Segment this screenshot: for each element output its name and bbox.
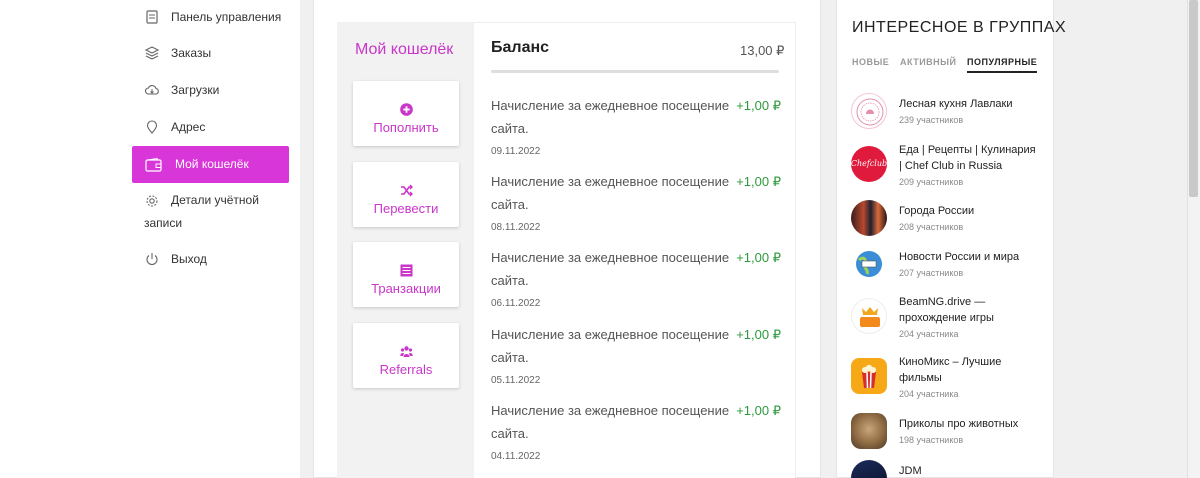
tab-new[interactable]: НОВЫЕ (852, 57, 889, 67)
transaction-description: Начисление за ежедневное посещение сайта… (491, 98, 730, 136)
group-members-count: 204 участника (899, 329, 959, 339)
transaction-amount: +1,00 ₽ (736, 250, 781, 265)
users-icon (399, 346, 413, 357)
transfer-label: Перевести (373, 201, 439, 216)
transaction-item: Начисление за ежедневное посещение сайта… (491, 323, 781, 386)
transaction-date: 08.11.2022 (491, 222, 541, 233)
popcorn-icon (862, 364, 876, 389)
power-icon (146, 253, 158, 266)
globe-icon (856, 251, 882, 277)
group-name[interactable]: Приколы про животных (899, 416, 1039, 432)
nav-item-my-wallet[interactable]: Мой кошелёк (132, 146, 289, 183)
transaction-item: Начисление за ежедневное посещение сайта… (491, 246, 781, 309)
group-members-count: 198 участников (899, 435, 964, 445)
transactions-label: Транзакции (371, 281, 441, 296)
group-name[interactable]: Еда | Рецепты | Кулинария | Chef Club in… (899, 142, 1039, 174)
group-members-count: 207 участников (899, 268, 964, 278)
transaction-item: Начисление за ежедневное посещение сайта… (491, 170, 781, 233)
nav-item-downloads[interactable]: Загрузки (132, 79, 289, 102)
group-avatar (851, 246, 887, 282)
nav-label-line2: записи (144, 216, 183, 230)
transaction-item: Начисление за ежедневное посещение сайта… (491, 399, 781, 462)
nav-item-account-details[interactable]: Детали учётной записи (132, 189, 289, 235)
transaction-date: 06.11.2022 (491, 298, 541, 309)
wallet-title: Мой кошелёк (355, 41, 454, 58)
chefclub-logo-text: Chefclub (851, 159, 887, 168)
download-cloud-icon (145, 85, 159, 95)
group-name[interactable]: Лесная кухня Лавлаки (899, 96, 1039, 112)
orders-icon (145, 46, 159, 60)
balance-label: Баланс (491, 39, 550, 56)
nav-label: Заказы (171, 46, 212, 60)
transaction-description: Начисление за ежедневное посещение сайта… (491, 403, 730, 441)
nav-label: Мой кошелёк (175, 157, 249, 171)
transaction-item: Начисление за ежедневное посещение сайта… (491, 94, 781, 157)
plus-circle-icon (399, 103, 413, 116)
group-avatar (851, 413, 887, 449)
nav-item-logout[interactable]: Выход (132, 248, 289, 271)
nav-label: Выход (171, 252, 207, 266)
nav-label: Адрес (171, 120, 206, 134)
dashboard-icon (146, 10, 158, 24)
group-members-count: 209 участников (899, 177, 964, 187)
gear-icon (146, 194, 158, 207)
transaction-amount: +1,00 ₽ (736, 403, 781, 418)
group-name[interactable]: Новости России и мира (899, 249, 1039, 265)
referrals-label: Referrals (379, 362, 433, 377)
transactions-button[interactable]: Транзакции (353, 242, 459, 307)
transfer-button[interactable]: Перевести (353, 162, 459, 227)
group-avatar: Chefclub (851, 146, 887, 182)
nav-item-dashboard[interactable]: Панель управления (132, 6, 289, 29)
group-logo-icon: Chefclub (851, 159, 887, 168)
group-name[interactable]: JDM (899, 463, 1039, 478)
list-icon (400, 264, 412, 277)
group-name[interactable]: КиноМикс – Лучшие фильмы (899, 354, 1039, 386)
balance-divider (491, 70, 779, 73)
nav-label: Панель управления (171, 10, 282, 24)
balance-value: 13,00 ₽ (740, 43, 785, 58)
nav-label-row: Детали учётной (132, 189, 289, 212)
nav-label-line1: Детали учётной (171, 193, 259, 207)
group-avatar (851, 358, 887, 394)
tab-active[interactable]: АКТИВНЫЙ (900, 57, 956, 67)
group-avatar (851, 200, 887, 236)
group-avatar (851, 298, 887, 334)
group-name[interactable]: Города России (899, 203, 1039, 219)
tab-popular[interactable]: ПОПУЛЯРНЫЕ (967, 57, 1038, 73)
top-up-button[interactable]: Пополнить (353, 81, 459, 146)
group-members-count: 208 участников (899, 222, 964, 232)
transaction-date: 05.11.2022 (491, 375, 541, 386)
transaction-amount: +1,00 ₽ (736, 98, 781, 113)
top-up-label: Пополнить (373, 120, 439, 135)
nav-label: Загрузки (171, 83, 220, 97)
account-sidebar (0, 0, 300, 478)
transaction-description: Начисление за ежедневное посещение сайта… (491, 250, 730, 288)
transaction-date: 04.11.2022 (491, 451, 541, 462)
groups-widget-title: ИНТЕРЕСНОЕ В ГРУППАХ (852, 19, 1067, 36)
transaction-amount: +1,00 ₽ (736, 174, 781, 189)
group-members-count: 239 участников (899, 115, 964, 125)
group-name[interactable]: BeamNG.drive — прохождение игры (899, 294, 1039, 326)
referrals-button[interactable]: Referrals (353, 323, 459, 388)
transaction-date: 09.11.2022 (491, 146, 541, 157)
page-scrollbar[interactable] (1187, 0, 1200, 478)
transaction-description: Начисление за ежедневное посещение сайта… (491, 174, 730, 212)
transaction-amount: +1,00 ₽ (736, 327, 781, 342)
wallet-icon (145, 157, 162, 172)
transaction-description: Начисление за ежедневное посещение сайта… (491, 327, 730, 365)
location-pin-icon (146, 120, 158, 134)
group-members-count: 204 участника (899, 389, 959, 399)
scrollbar-thumb[interactable] (1189, 0, 1198, 197)
shuffle-icon (400, 184, 413, 197)
group-avatar (851, 93, 887, 129)
nav-item-address[interactable]: Адрес (132, 116, 289, 139)
nav-item-orders[interactable]: Заказы (132, 42, 289, 65)
